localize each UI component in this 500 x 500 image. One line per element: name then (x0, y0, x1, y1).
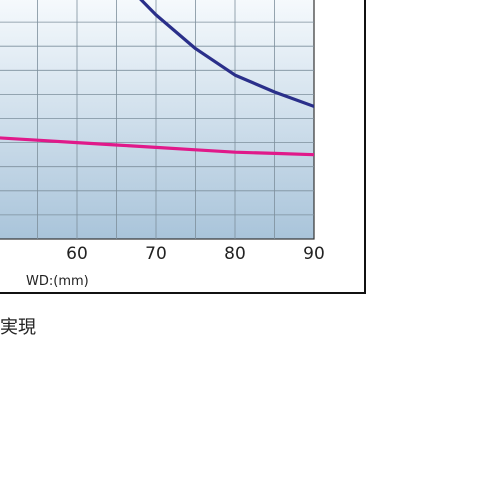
caption-text: 実現 (0, 317, 36, 338)
x-tick-labels: 60 70 80 90 (66, 244, 325, 264)
x-tick-label: 60 (66, 244, 88, 264)
x-tick-label: 90 (303, 244, 325, 264)
x-tick-label: 80 (224, 244, 246, 264)
chart-frame: 60 70 80 90 WD:(mm) (0, 0, 366, 294)
chart: 60 70 80 90 WD:(mm) (0, 0, 325, 289)
plot-area (0, 0, 315, 240)
x-tick-label: 70 (145, 244, 167, 264)
x-axis-label: WD:(mm) (26, 274, 89, 289)
